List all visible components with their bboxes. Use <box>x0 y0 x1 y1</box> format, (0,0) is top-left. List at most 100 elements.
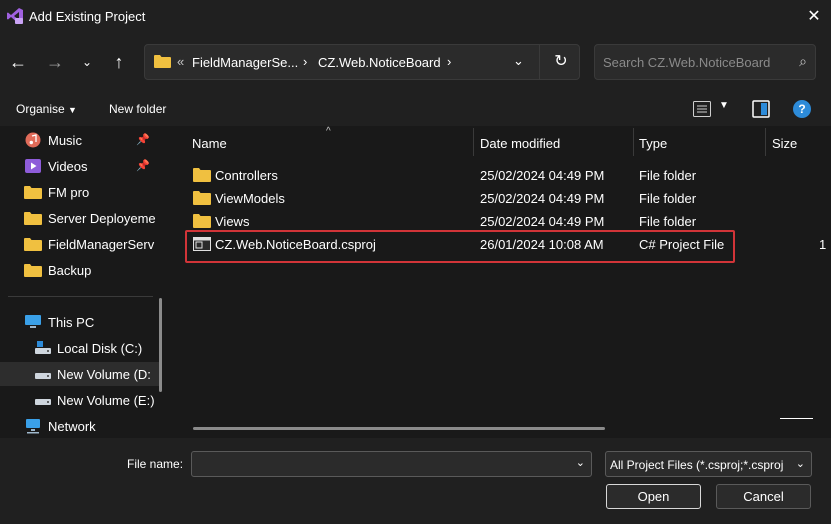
sidebar-item-label: Backup <box>48 263 92 278</box>
drive-icon <box>35 399 51 405</box>
navigation-bar: ← → ⌄ ↑ « FieldManagerSe... › CZ.Web.Not… <box>0 34 831 92</box>
sidebar-item-label: Network <box>48 419 96 434</box>
sidebar-item-label: This PC <box>48 315 95 330</box>
back-button[interactable]: ← <box>6 48 30 76</box>
sidebar-item-backup[interactable]: Backup <box>0 258 160 282</box>
view-options-icon[interactable] <box>693 101 711 117</box>
file-type: File folder <box>639 214 697 229</box>
search-icon: ⌕ <box>799 53 807 69</box>
overflow-chevron-icon[interactable]: « <box>177 54 184 69</box>
breadcrumb-item[interactable]: FieldManagerSe... <box>192 55 298 70</box>
file-name-input[interactable] <box>198 456 558 472</box>
sidebar-item-new-volume-e[interactable]: New Volume (E:) <box>0 388 160 412</box>
sidebar-item-label: New Volume (D: <box>57 367 151 382</box>
new-folder-button[interactable]: New folder <box>109 102 166 116</box>
navigation-pane: Music 📌 Videos 📌 FM pro Server Deployeme… <box>0 126 166 438</box>
sidebar-item-label: FM pro <box>48 185 90 200</box>
open-button[interactable]: Open <box>606 484 701 509</box>
arrow-left-icon: ← <box>9 52 27 72</box>
address-bar[interactable]: « FieldManagerSe... › CZ.Web.NoticeBoard… <box>144 44 580 80</box>
pin-icon: 📌 <box>136 134 150 146</box>
help-icon[interactable]: ? <box>793 100 811 118</box>
file-name: ViewModels <box>215 191 285 206</box>
caret-down-icon: ▼ <box>68 105 77 115</box>
file-name-label: File name: <box>127 457 184 471</box>
sidebar-item-label: Local Disk (C:) <box>57 341 143 356</box>
column-header-label: Date modified <box>480 136 561 151</box>
sidebar-item-this-pc[interactable]: This PC <box>0 310 160 334</box>
column-header-size[interactable]: Size <box>765 126 831 158</box>
file-name-combobox[interactable]: ⌄ <box>191 451 592 477</box>
sidebar-item-label: Videos <box>48 159 88 174</box>
file-type-filter[interactable]: All Project Files (*.csproj;*.csproj ⌄ <box>605 451 812 477</box>
column-header-label: Name <box>192 136 227 151</box>
sidebar-item-server-deployement[interactable]: Server Deployeme <box>0 206 160 230</box>
network-icon <box>26 419 40 434</box>
file-size: 1 <box>819 237 827 252</box>
preview-pane-icon[interactable] <box>752 100 770 118</box>
visual-studio-icon <box>7 8 23 24</box>
sidebar-divider <box>8 296 153 297</box>
close-button[interactable]: ✕ <box>801 4 827 30</box>
folder-icon <box>193 214 211 228</box>
sidebar-item-fieldmanagerserv[interactable]: FieldManagerServ <box>0 232 160 256</box>
search-input[interactable] <box>603 53 783 71</box>
column-header-label: Size <box>772 136 798 151</box>
breadcrumb-separator-icon[interactable]: › <box>303 54 307 69</box>
horizontal-scrollbar[interactable] <box>193 427 605 430</box>
file-type: File folder <box>639 168 697 183</box>
dialog-footer: File name: ⌄ All Project Files (*.csproj… <box>0 438 831 524</box>
file-name: Views <box>215 214 250 229</box>
file-row-viewmodels[interactable]: ViewModels 25/02/2024 04:49 PM File fold… <box>187 187 827 210</box>
command-bar: Organise ▼ New folder ▼ ? <box>0 92 831 126</box>
sidebar-item-music[interactable]: Music 📌 <box>0 128 160 152</box>
sidebar-item-videos[interactable]: Videos 📌 <box>0 154 160 178</box>
sidebar-item-network[interactable]: Network <box>0 414 160 438</box>
file-date: 25/02/2024 04:49 PM <box>480 191 605 206</box>
arrow-up-icon: ↑ <box>114 52 124 72</box>
videos-icon <box>25 159 41 173</box>
column-header-name[interactable]: Name <box>173 126 473 158</box>
file-date: 25/02/2024 04:49 PM <box>480 214 605 229</box>
view-dropdown-icon[interactable]: ▼ <box>719 100 729 111</box>
folder-icon <box>24 238 42 251</box>
sidebar-item-new-volume-d[interactable]: New Volume (D: <box>0 362 160 386</box>
file-row-controllers[interactable]: Controllers 25/02/2024 04:49 PM File fol… <box>187 164 827 187</box>
pin-icon: 📌 <box>136 160 150 172</box>
search-box[interactable]: ⌕ <box>594 44 816 80</box>
close-icon: ✕ <box>807 8 821 25</box>
refresh-button[interactable]: ↻ <box>550 47 572 77</box>
recent-locations-button[interactable]: ⌄ <box>75 48 99 76</box>
sidebar-item-label: FieldManagerServ <box>48 237 155 252</box>
column-header-label: Type <box>639 136 668 151</box>
up-button[interactable]: ↑ <box>107 48 131 76</box>
file-date: 25/02/2024 04:49 PM <box>480 168 605 183</box>
sidebar-item-label: Server Deployeme <box>48 211 156 226</box>
address-dropdown-icon[interactable]: ⌄ <box>513 53 524 69</box>
folder-icon <box>193 191 211 205</box>
highlight-box <box>185 230 735 263</box>
sidebar-scrollbar[interactable] <box>159 298 162 392</box>
sidebar-item-label: Music <box>48 133 82 148</box>
scrollbar-track-end <box>780 418 813 419</box>
organise-button[interactable]: Organise ▼ <box>16 102 77 116</box>
folder-icon <box>24 212 42 225</box>
address-divider <box>539 45 540 79</box>
cancel-button[interactable]: Cancel <box>716 484 811 509</box>
title-bar: Add Existing Project ✕ <box>0 0 831 34</box>
music-icon <box>25 132 41 148</box>
folder-icon <box>193 168 211 182</box>
organise-label: Organise <box>16 102 65 116</box>
forward-button[interactable]: → <box>43 48 67 76</box>
column-header-date[interactable]: Date modified <box>473 126 633 158</box>
breadcrumb-separator-icon[interactable]: › <box>447 54 451 69</box>
column-header-type[interactable]: Type <box>633 126 763 158</box>
sidebar-item-local-disk-c[interactable]: Local Disk (C:) <box>0 336 160 360</box>
file-name: Controllers <box>215 168 278 183</box>
chevron-down-icon[interactable]: ⌄ <box>576 456 585 469</box>
file-type: File folder <box>639 191 697 206</box>
file-list: ^ Name Date modified Type Size Controlle… <box>173 126 831 438</box>
file-type-filter-value: All Project Files (*.csproj;*.csproj <box>610 458 784 472</box>
breadcrumb-item[interactable]: CZ.Web.NoticeBoard <box>318 55 441 70</box>
sidebar-item-fm-pro[interactable]: FM pro <box>0 180 160 204</box>
